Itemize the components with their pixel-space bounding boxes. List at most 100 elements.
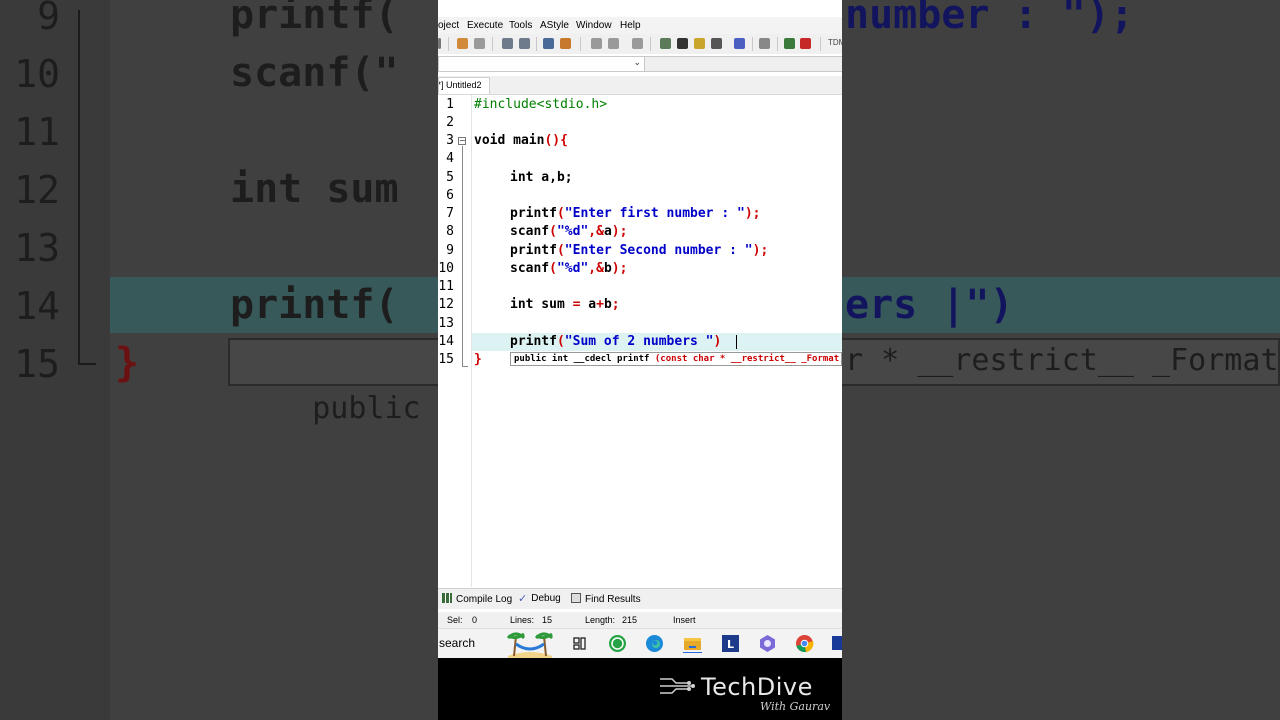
bg-calltip-right: r * __restrict__ _Format,	[845, 343, 1280, 378]
status-sel-value: 0	[472, 615, 478, 625]
tab-find-results[interactable]: Find Results	[571, 593, 641, 605]
bg-line-number: 13	[14, 226, 60, 270]
rebuild-icon[interactable]	[711, 38, 722, 49]
code-token: "Sum of 2 numbers "	[564, 334, 714, 349]
code-token: a	[603, 224, 612, 239]
code-token: &	[596, 261, 604, 276]
code-token: );	[611, 261, 628, 276]
line-number: 10	[438, 261, 454, 276]
tab-compile-log[interactable]: Compile Log	[442, 593, 512, 605]
tab-label: Find Results	[585, 594, 641, 605]
compile-log-icon	[442, 593, 452, 603]
fold-line-end	[462, 366, 468, 367]
compiler-label[interactable]: TDM	[828, 38, 842, 47]
bg-line-number: 11	[14, 110, 60, 154]
line-number: 12	[438, 297, 454, 312]
status-bar: Sel: 0 Lines: 15 Length: 215 Insert	[438, 612, 842, 628]
menu-execute[interactable]: Execute	[467, 20, 503, 31]
menu-help[interactable]: Help	[620, 20, 641, 31]
back-icon[interactable]	[591, 38, 602, 49]
whatsapp-icon[interactable]	[608, 634, 627, 653]
editor-tab-strip: [*] Untitled2	[438, 76, 842, 95]
bg-code-line: number : ");	[845, 0, 1134, 38]
code-token: );	[611, 224, 628, 239]
check-icon: ✓	[518, 593, 528, 605]
toolbar-separator	[777, 37, 778, 51]
unindent-icon[interactable]	[560, 38, 571, 49]
toolbar-separator	[536, 37, 537, 51]
replace-icon[interactable]	[519, 38, 530, 49]
tab-debug[interactable]: ✓ Debug	[518, 593, 561, 605]
code-line-9: printf("Enter Second number : ");	[510, 243, 768, 258]
bg-code-line: printf(	[230, 282, 399, 328]
taskbar-search[interactable]: search	[439, 636, 475, 650]
status-lines-label: Lines:	[510, 615, 535, 625]
toolbar: TDM	[438, 34, 842, 54]
tab-label: [*] Untitled2	[438, 80, 482, 90]
line-number: 4	[446, 151, 454, 166]
chrome-icon[interactable]	[795, 634, 814, 653]
debug-icon[interactable]	[800, 38, 811, 49]
devcpp-taskbar-icon[interactable]	[831, 634, 842, 653]
chart-icon[interactable]	[784, 38, 795, 49]
bookmark-icon[interactable]	[632, 38, 643, 49]
find-results-icon	[571, 593, 581, 603]
line-number: 15	[438, 352, 454, 367]
line-number: 1	[446, 97, 454, 112]
menu-tools[interactable]: Tools	[509, 20, 532, 31]
menu-project[interactable]: oject	[438, 20, 459, 31]
code-editor[interactable]: − 1 2 3 4 5 6 7 8 9 10 11 12 13 14 15 #i…	[438, 95, 842, 587]
beach-hammock-icon[interactable]	[504, 630, 556, 658]
menu-astyle[interactable]: AStyle	[540, 20, 569, 31]
status-length-label: Length:	[585, 615, 616, 625]
tab-untitled2[interactable]: [*] Untitled2	[438, 77, 490, 94]
code-token: );	[744, 206, 761, 221]
class-dropdown[interactable]: ⌄	[438, 56, 645, 72]
code-token: (	[549, 261, 557, 276]
line-number: 3	[446, 133, 454, 148]
indent-icon[interactable]	[543, 38, 554, 49]
edge-browser-icon[interactable]	[645, 634, 664, 653]
toolbar-edge-icon	[438, 38, 441, 49]
line-number: 8	[446, 224, 454, 239]
find-icon[interactable]	[502, 38, 513, 49]
bg-fold-line	[78, 10, 80, 365]
code-token: printf	[510, 206, 557, 221]
code-token: )	[713, 334, 722, 349]
watermark-title: TechDive	[701, 673, 813, 701]
code-token: "%d"	[556, 224, 589, 239]
copilot-icon[interactable]	[758, 634, 777, 653]
close-icon[interactable]	[759, 38, 770, 49]
code-token: b	[603, 297, 612, 312]
line-number: 11	[438, 279, 454, 294]
code-token: b	[603, 261, 612, 276]
bg-code-line: printf(	[230, 0, 399, 38]
code-line-1: #include<stdio.h>	[474, 97, 608, 112]
run-icon[interactable]	[677, 38, 688, 49]
syntax-check-icon[interactable]	[734, 38, 745, 49]
circuit-logo-icon	[660, 678, 695, 694]
code-token: &	[596, 224, 604, 239]
forward-icon[interactable]	[608, 38, 619, 49]
text-caret	[736, 335, 737, 349]
toolbar-separator	[820, 37, 821, 51]
bottom-panel-tabs: Compile Log ✓ Debug Find Results	[438, 588, 842, 609]
undo-icon[interactable]	[457, 38, 468, 49]
compile-run-icon[interactable]	[694, 38, 705, 49]
code-token: a	[580, 297, 597, 312]
redo-icon[interactable]	[474, 38, 485, 49]
code-token: (	[556, 334, 565, 349]
toolbar-separator	[492, 37, 493, 51]
compile-icon[interactable]	[660, 38, 671, 49]
task-view-icon[interactable]	[570, 634, 589, 653]
member-dropdown[interactable]	[645, 56, 842, 72]
code-token: );	[752, 243, 769, 258]
function-calltip: public int __cdecl printf (const char * …	[510, 352, 842, 366]
code-token: ,	[588, 224, 597, 239]
file-explorer-icon[interactable]	[683, 634, 702, 653]
app-l-icon[interactable]: L	[721, 634, 740, 653]
menu-window[interactable]: Window	[576, 20, 612, 31]
fold-minus-icon[interactable]: −	[458, 137, 466, 145]
bg-line-number: 14	[14, 284, 60, 328]
bg-line-number: 10	[14, 52, 60, 96]
